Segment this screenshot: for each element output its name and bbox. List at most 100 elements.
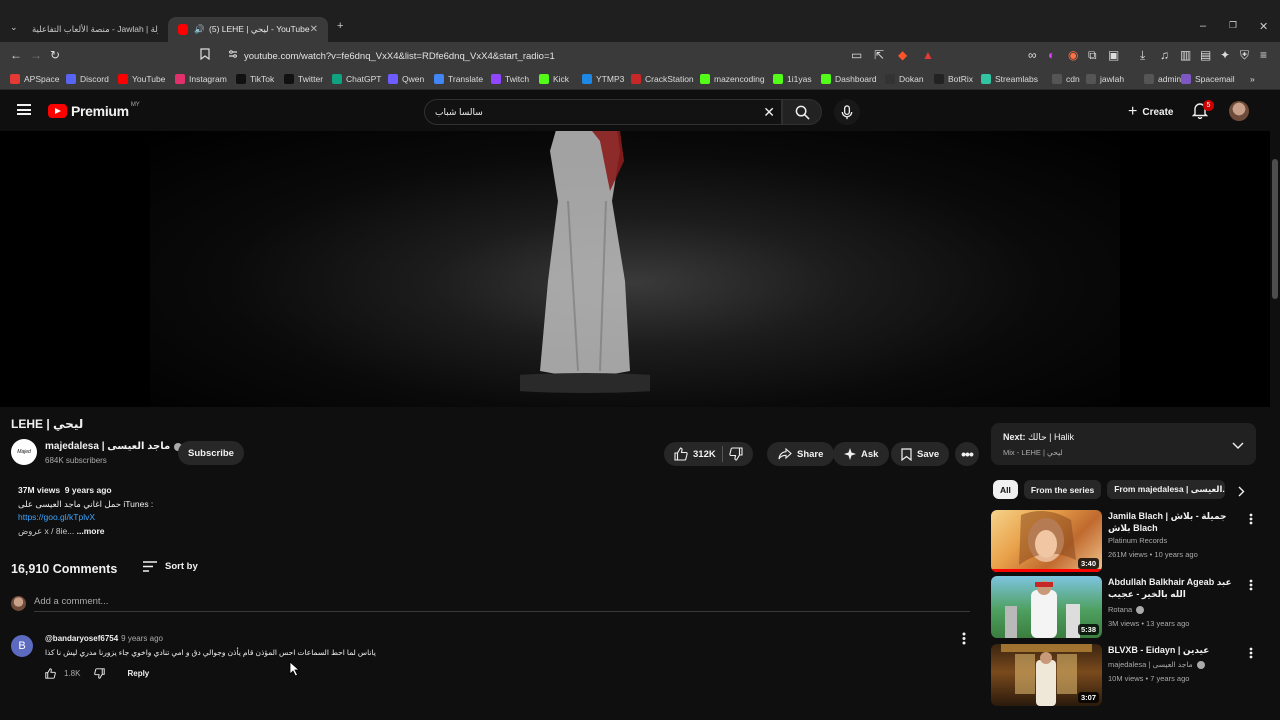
download-icon[interactable]: ⤓ bbox=[1140, 48, 1145, 63]
dislike-button[interactable] bbox=[729, 447, 743, 461]
address-bar[interactable]: youtube.com/watch?v=fe6dnq_VxX4&list=RDf… bbox=[222, 45, 842, 67]
media-icon[interactable]: ♫ bbox=[1160, 48, 1169, 62]
bookmark-youtube[interactable]: YouTube bbox=[118, 74, 165, 84]
window-close-icon[interactable]: ✕ bbox=[1259, 20, 1268, 33]
maximize-icon[interactable]: ❐ bbox=[1229, 20, 1237, 31]
commenter-avatar[interactable]: B bbox=[11, 635, 33, 657]
bookmark-twitch[interactable]: Twitch bbox=[491, 74, 529, 84]
menu-icon[interactable]: ≡ bbox=[1260, 48, 1267, 62]
search-input[interactable]: سالسا شباب ✕ bbox=[424, 99, 782, 125]
bookmark-twitter[interactable]: Twitter bbox=[284, 74, 323, 84]
cast-icon[interactable]: ▭ bbox=[851, 48, 862, 62]
bookmark-botrix[interactable]: BotRix bbox=[934, 74, 973, 84]
close-tab-icon[interactable]: ✕ bbox=[310, 24, 318, 35]
more-actions-button[interactable]: ••• bbox=[955, 442, 979, 466]
subscribe-button[interactable]: Subscribe bbox=[178, 441, 244, 465]
description-link[interactable]: https://goo.gl/kTplvX bbox=[18, 512, 95, 522]
back-icon[interactable]: ← bbox=[10, 48, 22, 62]
clear-search-icon[interactable]: ✕ bbox=[763, 104, 775, 121]
chip-from-channel[interactable]: From majedalesa | العيسى... bbox=[1107, 480, 1226, 499]
sort-comments-button[interactable]: Sort by bbox=[143, 561, 198, 572]
extensions-puzzle-icon[interactable]: ⧉ bbox=[1088, 48, 1097, 63]
ask-button[interactable]: Ask bbox=[833, 442, 890, 466]
extension-icon[interactable]: ◉ bbox=[1068, 48, 1078, 62]
vpn-icon[interactable]: ⛨ bbox=[1240, 48, 1249, 63]
voice-search-button[interactable] bbox=[834, 99, 860, 125]
channel-avatar[interactable]: Majed bbox=[11, 439, 37, 465]
share-page-icon[interactable]: ⇱ bbox=[874, 48, 884, 62]
extension-icon[interactable]: ∞ bbox=[1028, 48, 1037, 62]
comment-dislike-icon[interactable] bbox=[94, 668, 106, 679]
comment-author[interactable]: @bandaryosef6754 9 years ago bbox=[45, 634, 163, 643]
show-more-link[interactable]: ...more bbox=[77, 526, 105, 536]
comment-menu-icon[interactable] bbox=[962, 632, 966, 650]
more-vertical-icon[interactable] bbox=[1249, 578, 1253, 596]
video-thumbnail[interactable]: 5:38 bbox=[991, 576, 1102, 638]
browser-tab-youtube[interactable]: 🔊 (5) LEHE | ليحي - YouTube ✕ bbox=[168, 17, 328, 42]
video-description[interactable]: 37M views 9 years ago حمل اغاني ماجد الع… bbox=[18, 484, 153, 538]
channel-name-link[interactable]: majedalesa | ماجد العيسى bbox=[45, 441, 183, 452]
bookmark-discord[interactable]: Discord bbox=[66, 74, 109, 84]
bookmark-dokan[interactable]: Dokan bbox=[885, 74, 924, 84]
video-thumbnail[interactable]: 3:07 bbox=[991, 644, 1102, 706]
bookmark-kick[interactable]: Kick bbox=[539, 74, 569, 84]
new-tab-button[interactable]: + bbox=[337, 20, 343, 32]
wallet-icon[interactable]: ▤ bbox=[1200, 48, 1211, 62]
bookmark-chatgpt[interactable]: ChatGPT bbox=[332, 74, 381, 84]
account-avatar[interactable] bbox=[1229, 101, 1249, 121]
leo-ai-icon[interactable]: ✦ bbox=[1220, 48, 1230, 62]
share-button[interactable]: Share bbox=[767, 442, 835, 466]
bookmark-admin[interactable]: admin bbox=[1144, 74, 1181, 84]
video-thumbnail[interactable]: 3:40 bbox=[991, 510, 1102, 572]
bookmark-page-icon[interactable] bbox=[200, 48, 210, 63]
recommended-channel[interactable]: majedalesa | ماجد العيسى bbox=[1108, 660, 1205, 669]
like-button[interactable]: 312K bbox=[674, 447, 716, 461]
bookmark-crackstation[interactable]: CrackStation bbox=[631, 74, 694, 84]
bookmark-1i1yas[interactable]: 1i1yas bbox=[773, 74, 812, 84]
bookmark-ytmp3[interactable]: YTMP3 bbox=[582, 74, 624, 84]
video-player[interactable] bbox=[0, 131, 1270, 407]
chevron-down-icon[interactable] bbox=[1232, 437, 1244, 455]
recommended-video[interactable]: 3:07 BLVXB - Eidayn | عيدين majedalesa |… bbox=[991, 644, 1261, 706]
reply-button[interactable]: Reply bbox=[127, 669, 149, 678]
guide-menu-icon[interactable] bbox=[17, 104, 31, 115]
more-bookmarks-icon[interactable]: » bbox=[1250, 74, 1255, 84]
bookmark-mazencoding[interactable]: mazencoding bbox=[700, 74, 765, 84]
save-button[interactable]: Save bbox=[891, 442, 950, 466]
forward-icon[interactable]: → bbox=[30, 48, 42, 62]
bookmark-jawlah[interactable]: jawlah bbox=[1086, 74, 1124, 84]
chevron-right-icon[interactable] bbox=[1238, 484, 1245, 502]
bookmark-dashboard[interactable]: Dashboard bbox=[821, 74, 877, 84]
minimize-icon[interactable]: – bbox=[1200, 20, 1206, 32]
bookmark-apspace[interactable]: APSpace bbox=[10, 74, 59, 84]
bookmark-cdn[interactable]: cdn bbox=[1052, 74, 1080, 84]
page-scrollbar[interactable] bbox=[1270, 131, 1280, 720]
scrollbar-thumb[interactable] bbox=[1272, 159, 1278, 299]
recommended-video[interactable]: 3:40 Jamila Blach | جميلة - بلاش بلاش Bl… bbox=[991, 510, 1261, 572]
bookmark-spacemail[interactable]: Spacemail bbox=[1181, 74, 1235, 84]
bookmark-instagram[interactable]: Instagram bbox=[175, 74, 227, 84]
bookmark-streamlabs[interactable]: Streamlabs bbox=[981, 74, 1038, 84]
comment-like-icon[interactable] bbox=[45, 668, 56, 679]
youtube-premium-logo[interactable]: Premium MY bbox=[48, 102, 140, 119]
bookmark-translate[interactable]: Translate bbox=[434, 74, 483, 84]
brave-shield-icon[interactable]: ◆ bbox=[898, 48, 907, 62]
bookmark-tiktok[interactable]: TikTok bbox=[236, 74, 274, 84]
recommended-channel[interactable]: Platinum Records bbox=[1108, 536, 1167, 545]
rewards-icon[interactable]: ▲ bbox=[922, 48, 934, 62]
create-button[interactable]: + Create bbox=[1118, 99, 1183, 125]
recommended-channel[interactable]: Rotana bbox=[1108, 605, 1145, 614]
chip-all[interactable]: All bbox=[993, 480, 1018, 499]
search-button[interactable] bbox=[782, 99, 822, 125]
reload-icon[interactable]: ↻ bbox=[50, 48, 60, 62]
up-next-panel[interactable]: Next: حالك | Halik Mix - LEHE | ليحي bbox=[991, 423, 1256, 465]
bookmark-qwen[interactable]: Qwen bbox=[388, 74, 424, 84]
sidebar-icon[interactable]: ▥ bbox=[1180, 48, 1191, 62]
add-comment-input[interactable]: Add a comment... bbox=[34, 596, 108, 607]
more-vertical-icon[interactable] bbox=[1249, 646, 1253, 664]
tab-search-icon[interactable]: ⌄ bbox=[10, 22, 18, 33]
extension-icon[interactable]: ▣ bbox=[1108, 48, 1119, 62]
chip-from-series[interactable]: From the series bbox=[1023, 480, 1102, 499]
recommended-video[interactable]: 5:38 Abdullah Balkhair Ageab عبد الله با… bbox=[991, 576, 1261, 638]
extension-icon[interactable]: ◐ bbox=[1048, 48, 1055, 62]
